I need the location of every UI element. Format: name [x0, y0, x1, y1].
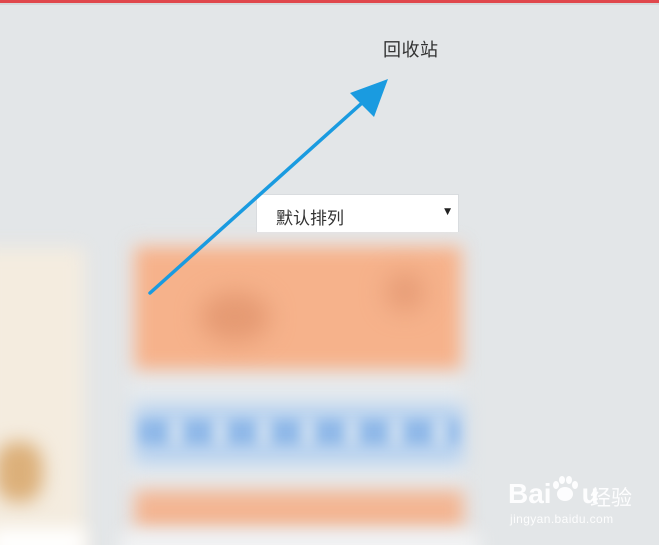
arrow-head-icon [350, 79, 388, 117]
blurred-card-footer [134, 490, 464, 530]
watermark-text: 经验 [590, 486, 632, 510]
top-stripe-shadow [0, 3, 659, 5]
paw-icon [553, 476, 578, 501]
blurred-banner-graphic [200, 292, 270, 342]
blurred-card-text [140, 420, 458, 444]
sort-order-select[interactable]: 默认排列 ▼ [256, 194, 459, 232]
blurred-bottom-area [120, 532, 480, 545]
blurred-left-card-footer [0, 528, 85, 545]
caret-down-icon: ▼ [444, 207, 451, 217]
watermark-url: jingyan.baidu.com [510, 512, 614, 526]
sort-selected-value: 默认排列 [276, 209, 344, 229]
baidu-jingyan-watermark: Bai u 经验 jingyan.baidu.com [508, 470, 648, 532]
recycle-bin-link[interactable]: 回收站 [383, 36, 439, 62]
blurred-left-image [0, 442, 43, 502]
blurred-banner-graphic [385, 272, 425, 312]
